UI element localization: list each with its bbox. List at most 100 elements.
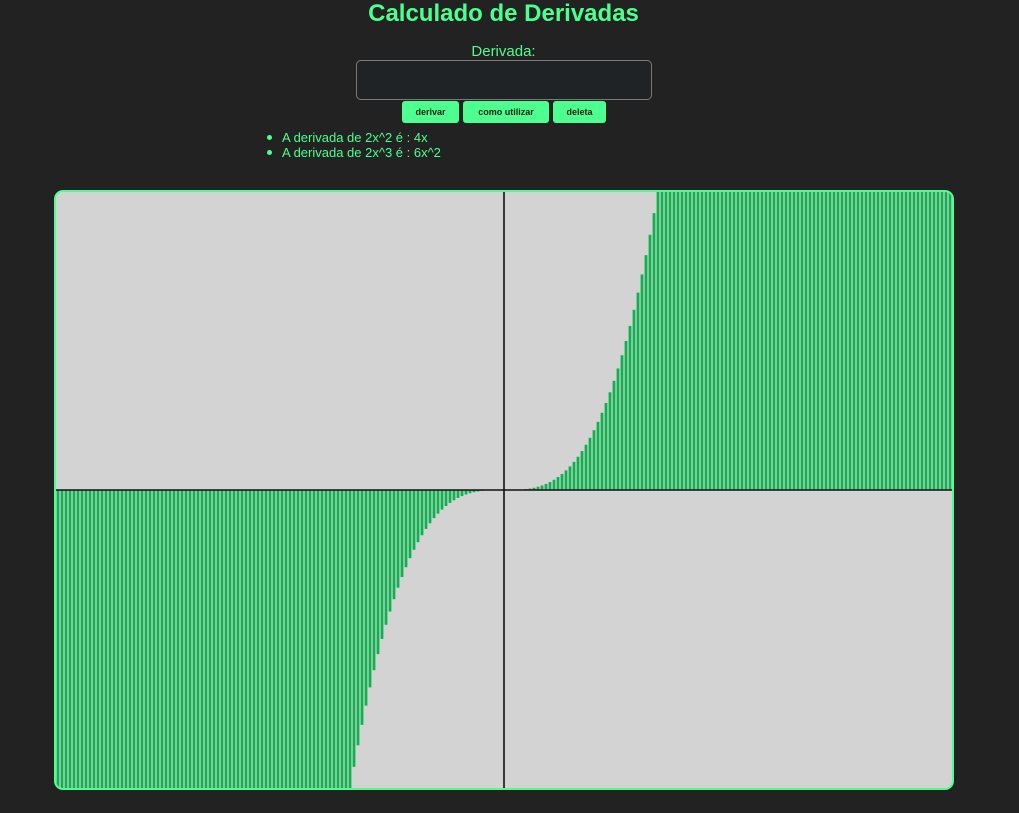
graph-bar	[872, 192, 876, 490]
graph-bar	[108, 490, 112, 788]
graph-bar	[428, 490, 432, 524]
graph-bar	[628, 325, 632, 490]
graph-bar	[780, 192, 784, 490]
result-item: A derivada de 2x^2 é : 4x	[265, 130, 441, 145]
graph-bar	[556, 477, 560, 490]
graph-bar	[760, 192, 764, 490]
graph-bar	[112, 490, 116, 788]
como-utilizar-button[interactable]: como utilizar	[463, 101, 549, 123]
graph-bar	[704, 192, 708, 490]
graph-bar	[248, 490, 252, 788]
graph-bar	[720, 192, 724, 490]
graph-bar	[604, 402, 608, 490]
graph-bar	[588, 437, 592, 490]
graph-bar	[168, 490, 172, 788]
result-text: A derivada de 2x^3 é : 6x^2	[282, 145, 441, 160]
graph-bar	[692, 192, 696, 490]
graph-bar	[904, 192, 908, 490]
graph-bar	[128, 490, 132, 788]
graph-bar	[324, 490, 328, 788]
graph-bar	[200, 490, 204, 788]
graph-bar	[280, 490, 284, 788]
graph-bar	[676, 192, 680, 490]
graph-bar	[936, 192, 940, 490]
graph-bar	[180, 490, 184, 788]
graph-bar	[824, 192, 828, 490]
graph-bar	[104, 490, 108, 788]
graph-bar	[188, 490, 192, 788]
graph-bar	[844, 192, 848, 490]
graph-bar	[124, 490, 128, 788]
graph-bar	[148, 490, 152, 788]
graph-bar	[940, 192, 944, 490]
graph-bar	[632, 309, 636, 490]
graph-bar	[164, 490, 168, 788]
graph-bar	[328, 490, 332, 788]
derivative-input[interactable]	[356, 60, 652, 100]
graph-bar	[552, 479, 556, 490]
graph-bar	[756, 192, 760, 490]
graph-bar	[352, 490, 356, 767]
graph-bar	[792, 192, 796, 490]
graph-bar	[860, 192, 864, 490]
graph-bar	[640, 274, 644, 490]
graph-bar	[100, 490, 104, 788]
graph-bar	[224, 490, 228, 788]
graph-bar	[272, 490, 276, 788]
graph-bar	[68, 490, 72, 788]
graph-bar	[460, 490, 464, 497]
graph-bar	[344, 490, 348, 788]
graph-bar	[752, 192, 756, 490]
graph-bar	[72, 490, 76, 788]
graph-svg	[56, 192, 952, 788]
graph-bar	[644, 255, 648, 490]
graph-bar	[636, 292, 640, 490]
graph-bar	[876, 192, 880, 490]
graph-bar	[336, 490, 340, 788]
graph-bar	[856, 192, 860, 490]
graph-bar	[808, 192, 812, 490]
bullet-icon	[267, 150, 272, 155]
graph-bar	[616, 368, 620, 490]
graph-bar	[664, 192, 668, 490]
graph-bar	[276, 490, 280, 788]
graph-bar	[912, 192, 916, 490]
graph-bar	[432, 490, 436, 519]
graph-bar	[928, 192, 932, 490]
graph-bar	[660, 192, 664, 490]
graph-bar	[348, 490, 352, 788]
graph-bar	[680, 192, 684, 490]
graph-bar	[828, 192, 832, 490]
graph-bar	[260, 490, 264, 788]
graph-bar	[84, 490, 88, 788]
deleta-button[interactable]: deleta	[553, 101, 606, 123]
graph-bar	[804, 192, 808, 490]
derivar-button[interactable]: derivar	[402, 101, 459, 123]
graph-canvas[interactable]	[54, 190, 954, 790]
graph-bar	[132, 490, 136, 788]
graph-bar	[88, 490, 92, 788]
graph-bar	[896, 192, 900, 490]
graph-bar	[932, 192, 936, 490]
graph-bar	[156, 490, 160, 788]
graph-bar	[772, 192, 776, 490]
graph-bar	[948, 192, 952, 490]
graph-bar	[412, 490, 416, 550]
graph-bar	[196, 490, 200, 788]
graph-bar	[548, 482, 552, 490]
graph-bar	[884, 192, 888, 490]
graph-bar	[832, 192, 836, 490]
graph-bar	[544, 483, 548, 490]
graph-bar	[748, 192, 752, 490]
graph-bar	[716, 192, 720, 490]
graph-bar	[608, 392, 612, 490]
graph-bar	[800, 192, 804, 490]
graph-bar	[144, 490, 148, 788]
graph-bar	[408, 490, 412, 559]
graph-bar	[596, 421, 600, 490]
graph-bar	[796, 192, 800, 490]
graph-bar	[820, 192, 824, 490]
graph-bar	[376, 490, 380, 655]
graph-bar	[452, 490, 456, 501]
graph-bar	[320, 490, 324, 788]
